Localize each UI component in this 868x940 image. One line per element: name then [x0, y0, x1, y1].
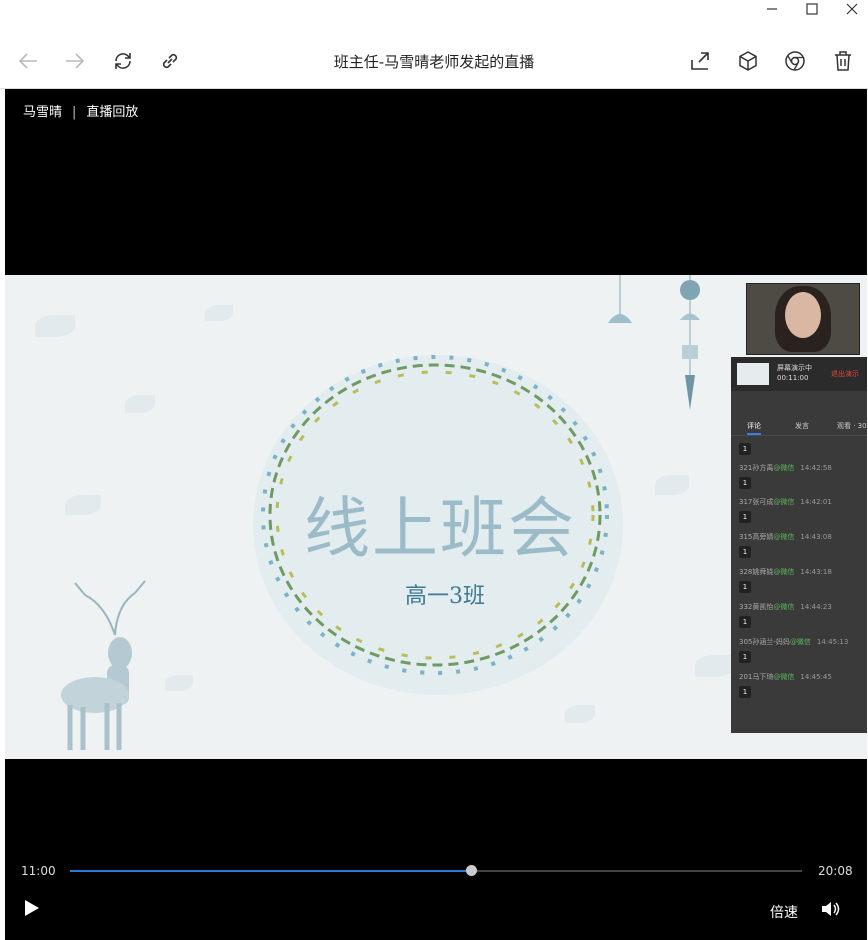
- screen-thumbnail: [737, 363, 769, 385]
- chrome-icon[interactable]: [781, 47, 809, 75]
- status-text: 屏幕演示中: [777, 364, 812, 372]
- comment-badge: 1: [739, 477, 751, 489]
- maximize-icon[interactable]: [800, 0, 824, 18]
- comment-badge: 1: [739, 616, 751, 628]
- breadcrumb-host[interactable]: 马雪晴: [23, 105, 62, 120]
- close-icon[interactable]: [840, 0, 864, 18]
- comment-list: 1 321孙方禹@微信 14:42:58 1 317张可成@微信 14:42:01 …: [731, 441, 867, 731]
- deer-illustration: [61, 580, 146, 750]
- status-time: 00:11:00: [777, 374, 809, 382]
- progress-track[interactable]: [70, 865, 802, 876]
- tab-speak[interactable]: 发言: [795, 421, 809, 431]
- comment-badge: 1: [739, 581, 751, 593]
- speed-button[interactable]: 倍速: [770, 902, 798, 922]
- play-button[interactable]: [25, 900, 39, 916]
- tab-comments[interactable]: 评论: [747, 421, 761, 431]
- comment-badge: 1: [739, 546, 751, 558]
- exit-presentation-button[interactable]: 退出演示: [831, 369, 859, 379]
- breadcrumb-label: 直播回放: [86, 105, 139, 120]
- comment-badge: 1: [739, 686, 751, 698]
- minimize-icon[interactable]: [760, 0, 784, 18]
- breadcrumb-separator: |: [72, 105, 77, 120]
- slide-subtitle: 高一3班: [405, 584, 485, 609]
- comment-item: 315高旁婧@微信 14:43:08: [739, 533, 832, 541]
- comment-badge: 1: [739, 651, 751, 663]
- slide-frame: 线上班会 高一3班 屏幕演示中 00:11:00 退出演示 评论 发言 观看 ·…: [5, 275, 867, 759]
- current-time: 11:00: [21, 864, 56, 878]
- webcam-overlay[interactable]: [746, 283, 860, 355]
- comment-item: 305孙涵兰-妈妈@微信 14:45:13: [739, 638, 849, 646]
- title-bar: 班主任-马雪晴老师发起的直播: [0, 0, 868, 89]
- volume-icon[interactable]: [821, 901, 841, 917]
- wind-chime-decoration: [608, 275, 700, 410]
- progress-handle[interactable]: [466, 865, 478, 876]
- comment-item: 328姚舜娆@微信 14:43:18: [739, 568, 832, 576]
- cube-icon[interactable]: [734, 47, 762, 75]
- presentation-status: 屏幕演示中 00:11:00 退出演示: [731, 357, 867, 391]
- slide-title: 线上班会: [304, 490, 576, 567]
- comment-item: 317张可成@微信 14:42:01: [739, 498, 832, 506]
- comment-item: 332黄凯怡@微信 14:44:23: [739, 603, 832, 611]
- active-tab-indicator: [747, 433, 761, 435]
- progress-fill: [70, 870, 472, 872]
- trash-icon[interactable]: [829, 47, 857, 75]
- video-player[interactable]: 马雪晴 | 直播回放 线上班会 高一3班 屏幕演示中 00:11:00 退出演示…: [5, 89, 867, 940]
- panel-tabs: 评论 发言 观看 · 30: [731, 415, 867, 436]
- comment-item: 201马下琦@微信 14:45:45: [739, 673, 832, 681]
- share-icon[interactable]: [686, 47, 714, 75]
- total-time: 20:08: [818, 864, 853, 878]
- breadcrumb: 马雪晴 | 直播回放: [23, 101, 138, 120]
- interaction-panel: 屏幕演示中 00:11:00 退出演示 评论 发言 观看 · 30 1 321孙方…: [731, 357, 867, 733]
- comment-badge: 1: [739, 511, 751, 523]
- comment-badge: 1: [739, 443, 751, 455]
- comment-item: 321孙方禹@微信 14:42:58: [739, 464, 832, 472]
- tab-viewers[interactable]: 观看 · 30: [837, 421, 867, 431]
